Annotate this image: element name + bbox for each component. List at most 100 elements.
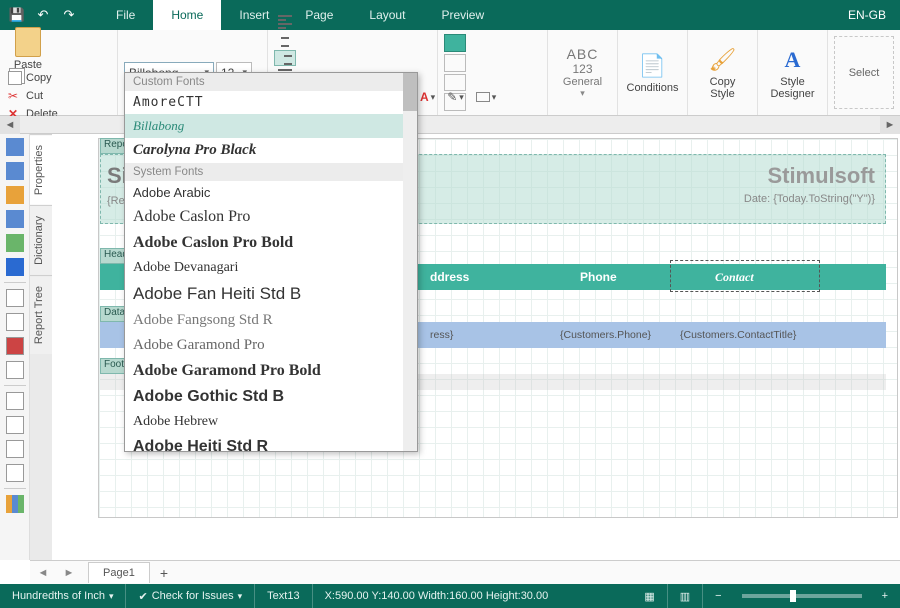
conditions-label: Conditions <box>627 82 679 94</box>
tool-3[interactable] <box>6 186 24 204</box>
tool-9[interactable] <box>6 337 24 355</box>
tool-7[interactable] <box>6 289 24 307</box>
rail-divider <box>4 385 26 386</box>
zoom-out-button[interactable]: − <box>703 584 733 608</box>
chevron-down-icon: ▾ <box>580 88 585 99</box>
conditions-icon: 📄 <box>639 52 667 80</box>
font-item[interactable]: Adobe Garamond Pro Bold <box>125 358 417 384</box>
number-format-group[interactable]: ABC 123 General ▾ <box>548 30 618 115</box>
tool-2[interactable] <box>6 162 24 180</box>
tool-13[interactable] <box>6 440 24 458</box>
tool-11[interactable] <box>6 392 24 410</box>
style-designer-icon: A <box>779 46 807 74</box>
tab-page[interactable]: Page <box>287 0 351 30</box>
scroll-thumb[interactable] <box>403 73 417 111</box>
font-item[interactable]: AmoreCTT <box>125 91 417 114</box>
title-bar: 💾 ↶ ↷ File Home Insert Page Layout Previ… <box>0 0 900 30</box>
border-dd[interactable]: ▾ <box>476 90 497 104</box>
language-indicator[interactable]: EN-GB <box>834 8 900 22</box>
view-mode-2[interactable]: ▥ <box>668 584 703 608</box>
abc-general: General <box>563 76 602 88</box>
page-tab-1[interactable]: Page1 <box>88 562 150 583</box>
font-item[interactable]: Adobe Gothic Std B <box>125 384 417 410</box>
date-expr: Date: {Today.ToString("Y")} <box>744 193 875 205</box>
font-item[interactable]: Carolyna Pro Black <box>125 138 417 163</box>
tool-12[interactable] <box>6 416 24 434</box>
copy-button[interactable]: Copy <box>8 71 111 85</box>
vtab-properties[interactable]: Properties <box>30 134 52 205</box>
font-item[interactable]: Adobe Heiti Std R <box>125 434 417 460</box>
redo-icon[interactable]: ↷ <box>60 6 78 24</box>
unit-selector[interactable]: Hundredths of Inch▾ <box>0 584 126 608</box>
font-item[interactable]: Adobe Devanagari <box>125 256 417 280</box>
border-left-button[interactable] <box>444 74 466 92</box>
selected-cell[interactable] <box>670 260 820 292</box>
fill-color-button[interactable] <box>444 34 466 52</box>
check-icon: ✔ <box>138 590 147 603</box>
page-next-button[interactable]: ► <box>56 567 82 579</box>
select-button[interactable]: Select <box>834 36 894 109</box>
tool-14[interactable] <box>6 464 24 482</box>
tab-layout[interactable]: Layout <box>351 0 423 30</box>
tool-6[interactable] <box>6 258 24 276</box>
cut-icon: ✂ <box>8 89 22 103</box>
cut-label: Cut <box>26 90 43 102</box>
tab-home[interactable]: Home <box>153 0 221 30</box>
paste-button[interactable]: Paste <box>6 25 50 71</box>
vtab-report-tree[interactable]: Report Tree <box>30 275 52 354</box>
tool-4[interactable] <box>6 210 24 228</box>
chevron-down-icon: ▾ <box>238 591 243 602</box>
font-dropdown[interactable]: Custom Fonts AmoreCTT Billabong Carolyna… <box>124 72 418 452</box>
scroll-left-button[interactable]: ◄ <box>0 116 20 134</box>
view-mode-1[interactable]: ▦ <box>632 584 667 608</box>
check-label: Check for Issues <box>152 590 234 602</box>
style-designer-button[interactable]: A Style Designer <box>758 30 828 115</box>
tool-5[interactable] <box>6 234 24 252</box>
conditions-button[interactable]: 📄 Conditions <box>618 30 688 115</box>
style-dropdowns: A▾ ✎▾ ▾ <box>420 90 496 104</box>
page-prev-button[interactable]: ◄ <box>30 567 56 579</box>
font-item[interactable]: Adobe Caslon Pro Bold <box>125 230 417 256</box>
align-center-button[interactable] <box>274 32 296 48</box>
brand-text: Stimulsoft <box>767 163 875 189</box>
copy-label: Copy <box>26 72 52 84</box>
font-item[interactable]: Billabong <box>125 114 417 138</box>
tool-1[interactable] <box>6 138 24 156</box>
save-icon[interactable]: 💾 <box>8 6 26 24</box>
side-panel-tabs: Properties Dictionary Report Tree <box>30 134 52 560</box>
undo-icon[interactable]: ↶ <box>34 6 52 24</box>
font-dd-header-system: System Fonts <box>125 163 417 181</box>
tool-15[interactable] <box>6 495 24 513</box>
col-address: ddress <box>430 264 469 290</box>
abc-label: ABC <box>567 46 599 62</box>
check-issues-button[interactable]: ✔ Check for Issues ▾ <box>126 584 255 608</box>
tool-8[interactable] <box>6 313 24 331</box>
vtab-dictionary[interactable]: Dictionary <box>30 205 52 275</box>
copy-style-button[interactable]: 🖌 Copy Style <box>688 30 758 115</box>
font-item[interactable]: Adobe Fangsong Std R <box>125 308 417 333</box>
align-right-button[interactable] <box>274 50 296 66</box>
font-item[interactable]: Adobe Hebrew <box>125 410 417 434</box>
scroll-right-button[interactable]: ► <box>880 116 900 134</box>
zoom-in-button[interactable]: + <box>870 584 900 608</box>
add-page-button[interactable]: + <box>150 561 178 585</box>
font-dd-scrollbar[interactable] <box>403 73 417 451</box>
tab-file[interactable]: File <box>98 0 153 30</box>
font-item[interactable]: Adobe Garamond Pro <box>125 333 417 358</box>
no-fill-button[interactable] <box>444 54 466 72</box>
highlight-dd[interactable]: ✎▾ <box>447 90 464 104</box>
font-item[interactable]: Adobe Fan Heiti Std B <box>125 280 417 308</box>
cell-phone: {Customers.Phone} <box>560 322 651 348</box>
font-item[interactable]: Adobe Caslon Pro <box>125 204 417 230</box>
align-left-button[interactable] <box>274 14 296 30</box>
coords-readout: X:590.00 Y:140.00 Width:160.00 Height:30… <box>313 584 561 608</box>
zoom-knob[interactable] <box>790 590 796 602</box>
zoom-slider[interactable] <box>742 594 862 598</box>
font-color-dd[interactable]: A▾ <box>420 90 435 104</box>
abc-num: 123 <box>572 62 592 76</box>
cut-button[interactable]: ✂ Cut <box>8 89 111 103</box>
tab-preview[interactable]: Preview <box>423 0 502 30</box>
rail-divider <box>4 282 26 283</box>
font-item[interactable]: Adobe Arabic <box>125 181 417 204</box>
tool-10[interactable] <box>6 361 24 379</box>
